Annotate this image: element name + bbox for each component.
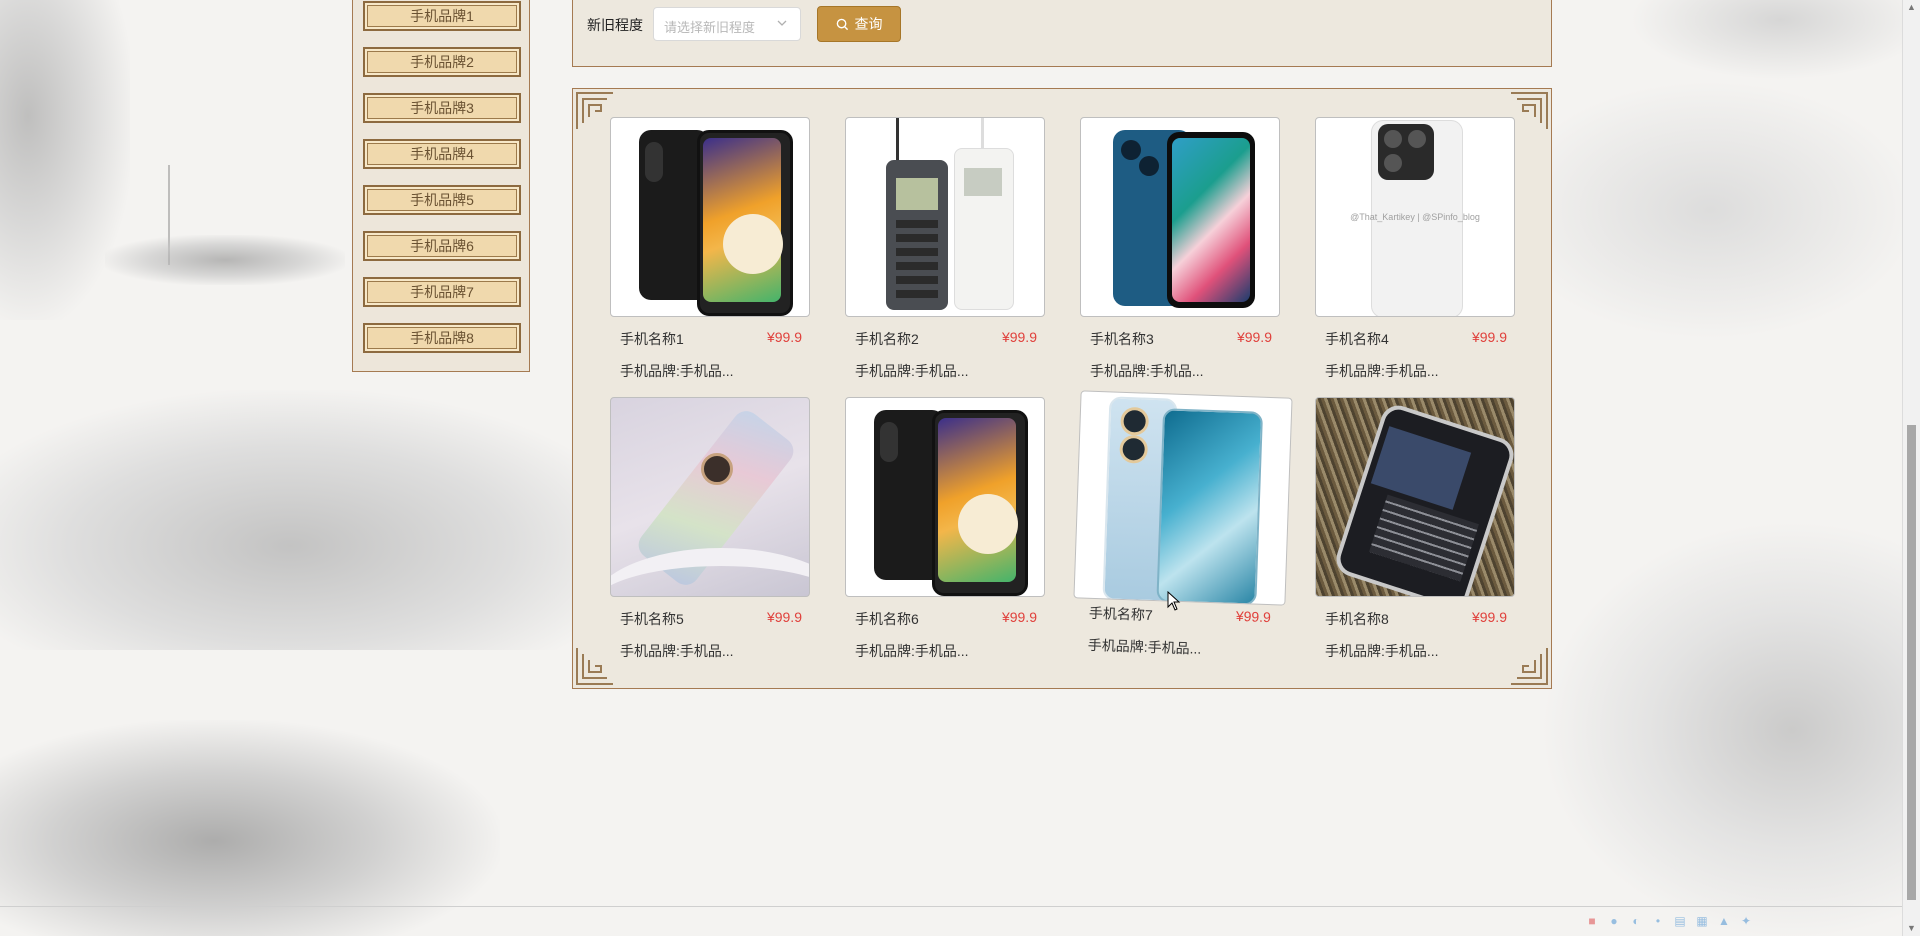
chevron-down-icon bbox=[777, 20, 787, 26]
condition-label: 新旧程度 bbox=[587, 17, 643, 33]
brand-button-6[interactable]: 手机品牌6 bbox=[363, 231, 521, 261]
brand-button-3[interactable]: 手机品牌3 bbox=[363, 93, 521, 123]
product-price: ¥99.9 bbox=[766, 609, 802, 625]
corner-ornament-icon bbox=[1511, 648, 1548, 685]
corner-ornament-icon bbox=[576, 648, 613, 685]
condition-select-placeholder: 请选择新旧程度 bbox=[664, 20, 756, 35]
gear-icon[interactable]: ✦ bbox=[1739, 914, 1753, 928]
keyboard-icon[interactable]: ▤ bbox=[1673, 914, 1687, 928]
product-card[interactable]: 手机名称8 ¥99.9 手机品牌:手机品... bbox=[1315, 397, 1515, 659]
ime-logo-icon[interactable]: ■ bbox=[1585, 914, 1599, 928]
query-button-label: 查询 bbox=[854, 16, 883, 32]
page-divider bbox=[0, 906, 1903, 907]
product-image[interactable] bbox=[1073, 390, 1293, 606]
ime-mode-icon[interactable]: ● bbox=[1607, 914, 1621, 928]
product-card-hovered[interactable]: 手机名称7 ¥99.9 手机品牌:手机品... bbox=[1073, 390, 1293, 657]
product-name: 手机名称3 bbox=[1090, 331, 1154, 347]
product-name: 手机名称1 bbox=[620, 331, 684, 347]
product-name: 手机名称7 bbox=[1088, 604, 1153, 624]
scrollbar-thumb[interactable] bbox=[1907, 425, 1916, 900]
scroll-up-icon[interactable]: ▲ bbox=[1906, 2, 1917, 13]
product-price: ¥99.9 bbox=[1471, 609, 1507, 625]
product-price: ¥99.9 bbox=[1471, 329, 1507, 345]
product-name: 手机名称4 bbox=[1325, 331, 1389, 347]
product-image[interactable] bbox=[610, 117, 810, 317]
product-brand: 手机品牌:手机品... bbox=[855, 363, 969, 379]
corner-ornament-icon bbox=[1511, 92, 1548, 129]
product-name: 手机名称6 bbox=[855, 611, 919, 627]
product-price: ¥99.9 bbox=[1236, 329, 1272, 345]
product-image[interactable] bbox=[610, 397, 810, 597]
brand-button-7[interactable]: 手机品牌7 bbox=[363, 277, 521, 307]
brand-button-4[interactable]: 手机品牌4 bbox=[363, 139, 521, 169]
product-brand: 手机品牌:手机品... bbox=[855, 643, 969, 659]
ime-toolbar: ■ ● ◐ • ▤ ▦ ▲ ✦ bbox=[1585, 914, 1753, 932]
product-card[interactable]: @That_Kartikey | @SPinfo_blog 手机名称4 ¥99.… bbox=[1315, 117, 1515, 379]
product-card[interactable]: 手机名称1 ¥99.9 手机品牌:手机品... bbox=[610, 117, 810, 379]
skin-icon[interactable]: ▲ bbox=[1717, 914, 1731, 928]
product-image[interactable] bbox=[845, 397, 1045, 597]
brand-button-5[interactable]: 手机品牌5 bbox=[363, 185, 521, 215]
product-image[interactable] bbox=[845, 117, 1045, 317]
mouse-cursor-icon bbox=[1167, 591, 1181, 611]
search-icon bbox=[836, 18, 848, 30]
product-name: 手机名称2 bbox=[855, 331, 919, 347]
brand-sidebar: 手机品牌1 手机品牌2 手机品牌3 手机品牌4 手机品牌5 手机品牌6 手机品牌… bbox=[352, 0, 530, 372]
product-brand: 手机品牌:手机品... bbox=[620, 363, 734, 379]
product-name: 手机名称8 bbox=[1325, 611, 1389, 627]
corner-ornament-icon bbox=[576, 92, 613, 129]
condition-select[interactable]: 请选择新旧程度 bbox=[653, 7, 801, 41]
product-brand: 手机品牌:手机品... bbox=[1325, 643, 1439, 659]
product-brand: 手机品牌:手机品... bbox=[620, 643, 734, 659]
product-card[interactable]: 手机名称3 ¥99.9 手机品牌:手机品... bbox=[1080, 117, 1280, 379]
product-brand: 手机品牌:手机品... bbox=[1090, 363, 1204, 379]
product-name: 手机名称5 bbox=[620, 611, 684, 627]
product-image[interactable]: @That_Kartikey | @SPinfo_blog bbox=[1315, 117, 1515, 317]
product-brand: 手机品牌:手机品... bbox=[1325, 363, 1439, 379]
brand-button-1[interactable]: 手机品牌1 bbox=[363, 1, 521, 31]
image-watermark: @That_Kartikey | @SPinfo_blog bbox=[1350, 212, 1480, 222]
vertical-scrollbar[interactable]: ▲ ▼ bbox=[1902, 0, 1920, 936]
product-price: ¥99.9 bbox=[1235, 607, 1272, 626]
scroll-down-icon[interactable]: ▼ bbox=[1906, 923, 1917, 934]
query-button[interactable]: 查询 bbox=[817, 6, 901, 42]
product-price: ¥99.9 bbox=[1001, 609, 1037, 625]
filter-panel: 新旧程度 请选择新旧程度 查询 bbox=[572, 0, 1552, 67]
punctuation-icon[interactable]: • bbox=[1651, 914, 1665, 928]
product-image[interactable] bbox=[1315, 397, 1515, 597]
brand-button-2[interactable]: 手机品牌2 bbox=[363, 47, 521, 77]
product-card[interactable]: 手机名称5 ¥99.9 手机品牌:手机品... bbox=[610, 397, 810, 659]
product-price: ¥99.9 bbox=[1001, 329, 1037, 345]
product-grid: 手机名称1 ¥99.9 手机品牌:手机品... 手机名称2 ¥99.9 手机品牌… bbox=[572, 88, 1552, 689]
product-card[interactable]: 手机名称6 ¥99.9 手机品牌:手机品... bbox=[845, 397, 1045, 659]
moon-icon[interactable]: ◐ bbox=[1629, 914, 1643, 928]
brand-button-8[interactable]: 手机品牌8 bbox=[363, 323, 521, 353]
product-price: ¥99.9 bbox=[766, 329, 802, 345]
product-image[interactable] bbox=[1080, 117, 1280, 317]
product-brand: 手机品牌:手机品... bbox=[1087, 636, 1202, 657]
product-card[interactable]: 手机名称2 ¥99.9 手机品牌:手机品... bbox=[845, 117, 1045, 379]
grid-icon[interactable]: ▦ bbox=[1695, 914, 1709, 928]
